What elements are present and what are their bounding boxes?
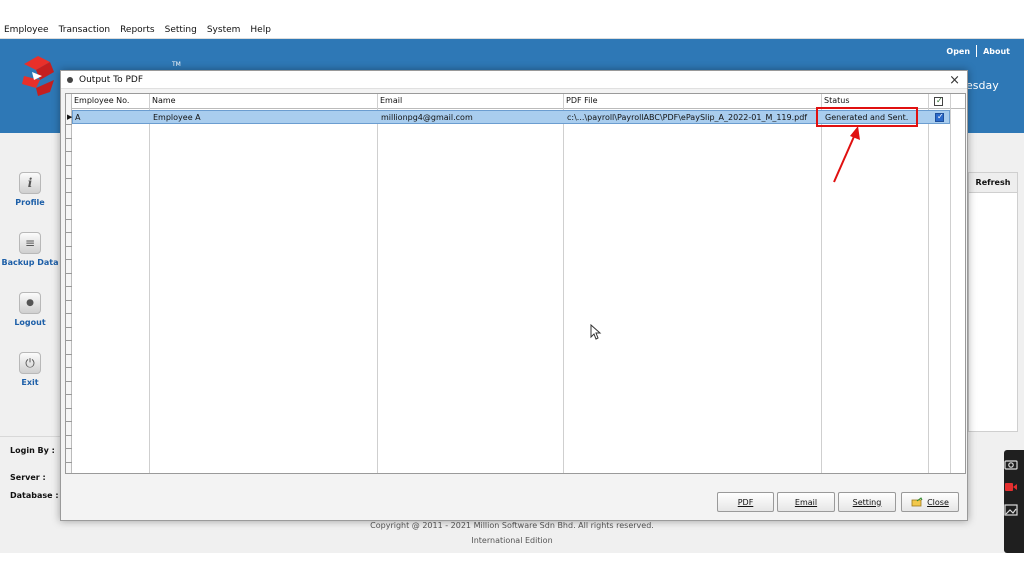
refresh-button[interactable]: Refresh bbox=[969, 173, 1017, 193]
menu-help[interactable]: Help bbox=[250, 25, 271, 35]
right-panel: Refresh bbox=[968, 172, 1018, 432]
nav-profile-label: Profile bbox=[15, 198, 45, 207]
weekday-label: esday bbox=[966, 79, 999, 92]
header-email[interactable]: Email bbox=[380, 96, 402, 105]
nav-logout[interactable]: ● Logout bbox=[0, 292, 60, 327]
close-button-label: Close bbox=[927, 497, 949, 507]
column-employee-no bbox=[72, 94, 150, 473]
menu-system[interactable]: System bbox=[207, 25, 241, 35]
trademark-label: TM bbox=[172, 61, 181, 68]
link-separator bbox=[976, 45, 978, 57]
copyright-text: Copyright @ 2011 - 2021 Million Software… bbox=[370, 521, 654, 530]
edition-text: International Edition bbox=[471, 536, 553, 545]
screen-recorder-toolbar bbox=[1004, 450, 1024, 553]
close-button[interactable]: Close bbox=[901, 492, 959, 512]
header-pdf-file[interactable]: PDF File bbox=[566, 96, 598, 105]
cell-name: Employee A bbox=[153, 113, 201, 122]
menu-setting[interactable]: Setting bbox=[165, 25, 197, 35]
cell-email: millionpg4@gmail.com bbox=[381, 113, 473, 122]
menu-transaction[interactable]: Transaction bbox=[59, 25, 111, 35]
open-link[interactable]: Open bbox=[946, 47, 970, 56]
annotation-arrow-icon bbox=[833, 126, 860, 183]
menu-reports[interactable]: Reports bbox=[120, 25, 155, 35]
select-all-checkbox[interactable]: ✓ bbox=[934, 96, 943, 106]
nav-backup-data-label: Backup Data bbox=[1, 258, 59, 267]
app-logo-icon bbox=[22, 56, 54, 96]
nav-profile[interactable]: i Profile bbox=[0, 172, 60, 207]
menu-bar: Employee Transaction Reports Setting Sys… bbox=[0, 22, 1024, 39]
nav-backup-data[interactable]: ≡ Backup Data bbox=[0, 232, 60, 267]
header-employee-no[interactable]: Employee No. bbox=[74, 96, 129, 105]
database-label: Database : bbox=[10, 491, 59, 500]
window-icon bbox=[67, 76, 73, 83]
window-bottom-strip bbox=[0, 553, 1024, 576]
camera-icon[interactable] bbox=[1004, 458, 1018, 470]
image-icon[interactable] bbox=[1004, 504, 1018, 516]
header-status[interactable]: Status bbox=[824, 96, 850, 105]
cell-employee-no: A bbox=[75, 113, 81, 122]
dialog-titlebar: Output To PDF × bbox=[61, 71, 967, 89]
server-label: Server : bbox=[10, 473, 46, 482]
header-name[interactable]: Name bbox=[152, 96, 176, 105]
pdf-button-label: PDF bbox=[737, 497, 754, 507]
folder-exit-icon bbox=[911, 497, 923, 507]
email-button-label: Email bbox=[794, 497, 818, 507]
row-select-checkbox[interactable]: ✓ bbox=[935, 112, 944, 122]
setting-button[interactable]: Setting bbox=[838, 492, 896, 512]
column-email bbox=[378, 94, 564, 473]
power-icon: ⏻ bbox=[19, 352, 41, 374]
setting-button-label: Setting bbox=[852, 497, 882, 507]
banner-links: Open About bbox=[946, 45, 1010, 57]
info-icon: i bbox=[19, 172, 41, 194]
cell-pdf-file: c:\...\payroll\PayrollABC\PDF\ePaySlip_A… bbox=[567, 113, 808, 122]
window-top-strip bbox=[0, 0, 1024, 22]
nav-logout-label: Logout bbox=[14, 318, 46, 327]
about-link[interactable]: About bbox=[983, 47, 1010, 56]
login-by-label: Login By : bbox=[10, 446, 55, 455]
nav-exit-label: Exit bbox=[21, 378, 39, 387]
close-icon[interactable]: × bbox=[949, 73, 960, 88]
user-icon: ● bbox=[19, 292, 41, 314]
email-button[interactable]: Email bbox=[777, 492, 835, 512]
login-info-panel: Login By : Server : Database : bbox=[0, 436, 60, 514]
column-pdf-file bbox=[564, 94, 822, 473]
column-name bbox=[150, 94, 378, 473]
column-select bbox=[929, 94, 951, 473]
menu-employee[interactable]: Employee bbox=[4, 25, 49, 35]
record-video-icon[interactable] bbox=[1004, 481, 1018, 493]
dialog-title: Output To PDF bbox=[79, 74, 143, 85]
database-icon: ≡ bbox=[19, 232, 41, 254]
pdf-button[interactable]: PDF bbox=[717, 492, 774, 512]
mouse-cursor-icon bbox=[590, 324, 602, 340]
nav-exit[interactable]: ⏻ Exit bbox=[0, 352, 60, 387]
